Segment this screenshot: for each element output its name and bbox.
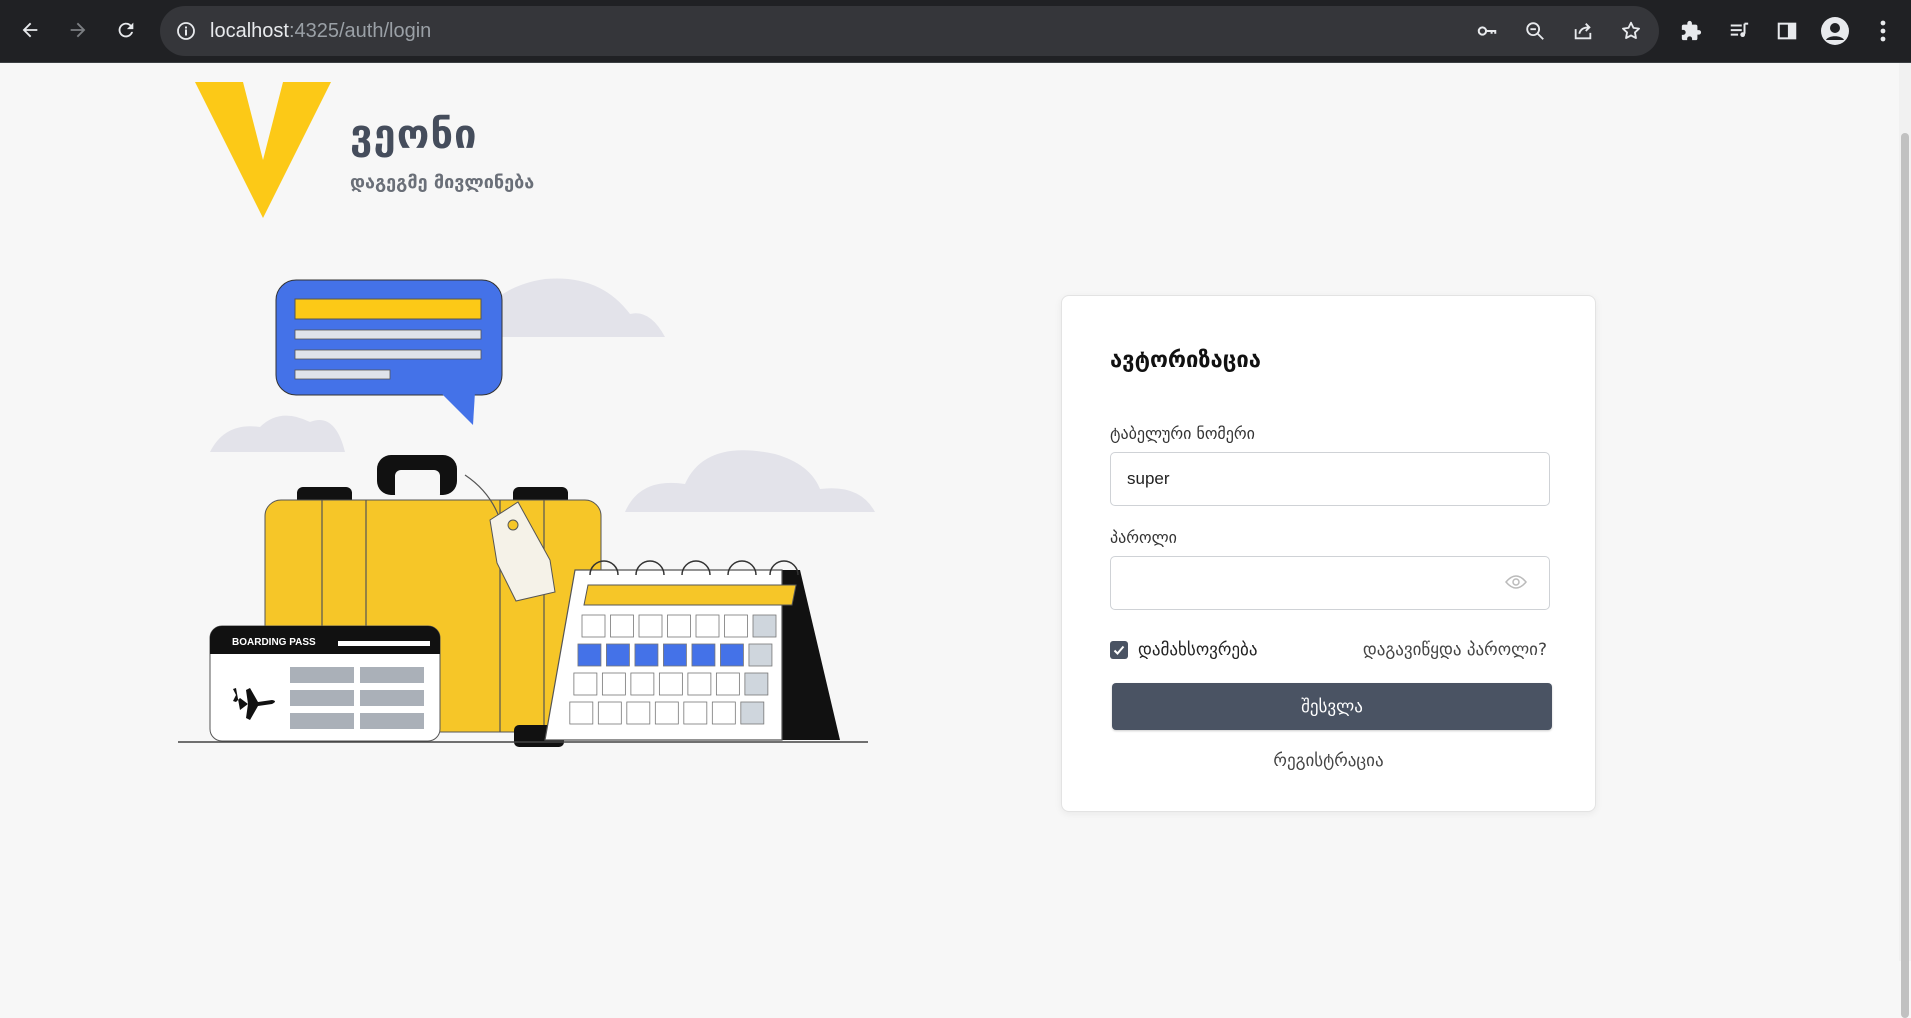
calendar-day-cell <box>581 614 606 638</box>
info-icon[interactable] <box>174 19 198 43</box>
calendar-day-cell <box>748 643 773 667</box>
calendar-day-cell <box>597 701 622 725</box>
calendar-day-cell <box>740 701 765 725</box>
login-title: ავტორიზაცია <box>1110 348 1261 373</box>
calendar-day-cell <box>654 701 679 725</box>
travel-illustration: BOARDING PASS <box>178 278 875 747</box>
calendar-day-cell <box>601 672 626 696</box>
forward-button[interactable] <box>59 11 97 49</box>
calendar-day-cell <box>695 614 720 638</box>
password-input[interactable] <box>1110 556 1550 610</box>
calendar-day-cell <box>663 643 687 667</box>
register-link[interactable]: რეგისტრაცია <box>1062 751 1595 771</box>
calendar-day-cell <box>711 701 736 725</box>
calendar-day-cell <box>687 672 712 696</box>
zoom-out-icon[interactable] <box>1523 19 1547 43</box>
share-icon[interactable] <box>1571 19 1595 43</box>
arrow-right-icon <box>70 22 86 38</box>
calendar-day-cell <box>638 614 663 638</box>
url-path: :4325/auth/login <box>288 20 432 42</box>
speech-bubble-icon <box>275 279 503 425</box>
calendar-day-cell <box>634 643 659 667</box>
calendar-day-cell <box>626 701 651 725</box>
calendar-day-cell <box>724 614 748 638</box>
profile-icon[interactable] <box>1818 14 1852 48</box>
calendar-day-cell <box>691 643 716 667</box>
login-card: ავტორიზაცია ტაბელური ნომერი პაროლი დამახ… <box>1061 295 1596 812</box>
calendar-icon <box>544 560 840 741</box>
arrow-left-icon <box>22 22 38 38</box>
reload-button[interactable] <box>107 11 145 49</box>
star-icon[interactable] <box>1619 19 1643 43</box>
login-button[interactable]: შესვლა <box>1112 683 1552 730</box>
back-button[interactable] <box>11 11 49 49</box>
address-bar[interactable]: localhost:4325/auth/login <box>160 6 1659 56</box>
calendar-day-cell <box>658 672 683 696</box>
calendar-day-cell <box>667 614 691 638</box>
kebab-menu-icon[interactable] <box>1866 14 1900 48</box>
calendar-day-cell <box>720 643 744 667</box>
scrollbar-thumb[interactable] <box>1901 133 1909 1018</box>
employee-number-input[interactable] <box>1110 452 1550 506</box>
password-label: პაროლი <box>1110 528 1177 547</box>
reload-icon <box>118 22 134 38</box>
remember-checkbox[interactable] <box>1110 641 1128 659</box>
calendar-day-cell <box>683 701 708 725</box>
logo-v-icon <box>195 82 331 218</box>
cloud-icon <box>625 450 875 512</box>
browser-toolbar: localhost:4325/auth/login <box>0 0 1911 63</box>
brand-tagline: დაგეგმე მივლინება <box>350 172 535 193</box>
calendar-day-cell <box>573 672 598 696</box>
key-icon[interactable] <box>1475 19 1499 43</box>
eye-icon[interactable] <box>1502 571 1530 593</box>
calendar-day-cell <box>606 643 630 667</box>
puzzle-icon[interactable] <box>1674 14 1708 48</box>
calendar-day-cell <box>577 643 602 667</box>
url-text: localhost:4325/auth/login <box>210 6 431 56</box>
side-panel-icon[interactable] <box>1770 14 1804 48</box>
brand-name: ვეონი <box>350 112 478 158</box>
remember-label[interactable]: დამახსოვრება <box>1138 640 1258 660</box>
calendar-day-cell <box>610 614 634 638</box>
cloud-icon <box>210 415 345 452</box>
calendar-day-cell <box>569 701 594 725</box>
scrollbar[interactable] <box>1899 63 1911 1018</box>
boarding-pass-label: BOARDING PASS <box>232 637 316 648</box>
employee-number-label: ტაბელური ნომერი <box>1110 424 1255 443</box>
calendar-day-cell <box>752 614 777 638</box>
media-queue-icon[interactable] <box>1722 14 1756 48</box>
url-host: localhost <box>210 20 289 42</box>
calendar-day-cell <box>715 672 740 696</box>
check-icon <box>1113 645 1125 655</box>
calendar-day-cell <box>630 672 655 696</box>
boarding-pass-icon: BOARDING PASS <box>209 625 441 742</box>
forgot-password-link[interactable]: დაგავიწყდა პაროლი? <box>1363 640 1547 660</box>
calendar-day-cell <box>744 672 769 696</box>
